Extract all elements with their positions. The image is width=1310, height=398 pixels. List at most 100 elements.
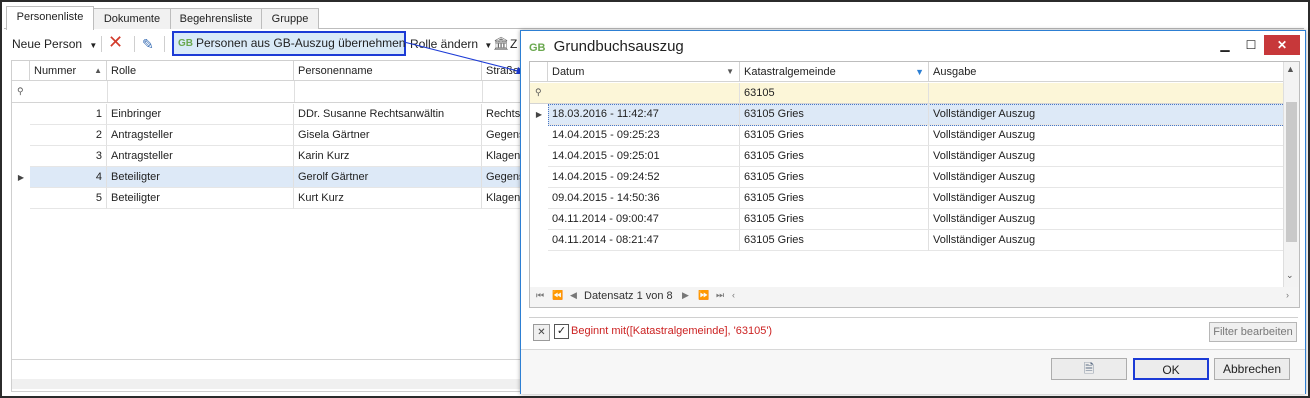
filter-cell[interactable] xyxy=(548,83,740,104)
minimize-icon[interactable]: ▁ xyxy=(1211,35,1239,55)
table-row[interactable]: 14.04.2015 - 09:24:52 63105 Gries Vollst… xyxy=(530,167,1284,188)
dialog-footer: 🗎 OK Abbrechen xyxy=(521,349,1305,394)
filter-cell[interactable] xyxy=(30,81,108,102)
filter-cell[interactable] xyxy=(107,81,295,102)
table-row[interactable]: 2 Antragsteller Gisela Gärtner Gegensc xyxy=(12,125,521,146)
filter-expression[interactable]: Beginnt mit([Katastralgemeinde], '63105'… xyxy=(571,325,772,337)
scroll-down-icon[interactable]: ⌄ xyxy=(1286,270,1294,281)
tab-begehrensliste[interactable]: Begehrensliste xyxy=(170,8,262,29)
maximize-icon[interactable]: ☐ xyxy=(1237,35,1265,55)
scrollbar-thumb[interactable] xyxy=(1286,102,1297,242)
next-page-icon[interactable]: ⏩ xyxy=(698,290,709,301)
scroll-up-icon[interactable]: ▲ xyxy=(1286,64,1295,74)
cell-katastralgemeinde: 63105 Gries xyxy=(740,209,929,230)
filter-row[interactable]: ⚲ 63105 xyxy=(530,83,1284,104)
table-row-selected[interactable]: ▶ 18.03.2016 - 11:42:47 63105 Gries Voll… xyxy=(530,104,1285,126)
persons-grid: Nummer ▲ Rolle Personenname Straße ⚲ 1 E… xyxy=(11,60,521,392)
filter-icon: ▼ xyxy=(915,67,924,77)
table-row[interactable]: 04.11.2014 - 08:21:47 63105 Gries Vollst… xyxy=(530,230,1284,251)
prev-page-icon[interactable]: ⏪ xyxy=(552,290,563,301)
dialog-title: GB Grundbuchsauszug xyxy=(529,37,684,57)
cell-nummer: 1 xyxy=(30,104,107,125)
grid-corner xyxy=(12,61,30,81)
cell-ausgabe: Vollständiger Auszug xyxy=(929,167,1284,188)
cell-rolle: Beteiligter xyxy=(107,188,294,209)
filter-enabled-checkbox[interactable]: ✓ xyxy=(554,324,569,339)
clear-filter-icon[interactable]: ✕ xyxy=(533,324,550,341)
table-row[interactable]: 14.04.2015 - 09:25:01 63105 Gries Vollst… xyxy=(530,146,1284,167)
new-person-button[interactable]: Neue Person ▼ xyxy=(12,35,97,53)
column-header-label: Datum xyxy=(552,66,585,78)
cell-rolle: Antragsteller xyxy=(107,125,294,146)
cell-datum: 18.03.2016 - 11:42:47 xyxy=(548,104,740,125)
scroll-left-icon[interactable]: ‹ xyxy=(732,290,735,300)
vertical-scrollbar[interactable]: ▲ ⌄ xyxy=(1283,62,1299,288)
tab-bar: Personenliste Dokumente Begehrensliste G… xyxy=(4,6,1304,30)
table-row[interactable]: 09.04.2015 - 14:50:36 63105 Gries Vollst… xyxy=(530,188,1284,209)
cell-ausgabe: Vollständiger Auszug xyxy=(929,230,1284,251)
cell-personenname: DDr. Susanne Rechtsanwältin xyxy=(294,104,482,125)
export-button[interactable]: 🗎 xyxy=(1051,358,1127,380)
cell-personenname: Kurt Kurz xyxy=(294,188,482,209)
scroll-right-icon[interactable]: › xyxy=(1286,290,1289,300)
horizontal-scrollbar[interactable] xyxy=(12,379,521,389)
grid-footer-divider xyxy=(12,359,521,360)
toolbar-divider xyxy=(134,36,135,52)
filter-cell[interactable] xyxy=(294,81,483,102)
grundbuch-grid: Datum ▼ Katastralgemeinde ▼ Ausgabe ⚲ 63… xyxy=(529,61,1300,289)
cell-nummer: 3 xyxy=(30,146,107,167)
document-export-icon: 🗎 xyxy=(1083,361,1095,376)
gb-icon: GB xyxy=(178,38,193,49)
next-record-icon[interactable]: ▶ xyxy=(682,290,689,301)
cell-datum: 09.04.2015 - 14:50:36 xyxy=(548,188,740,209)
column-header-nummer[interactable]: Nummer ▲ xyxy=(30,61,107,81)
cell-katastralgemeinde: 63105 Gries xyxy=(740,167,929,188)
toolbar-divider xyxy=(101,36,102,52)
edit-filter-button[interactable]: Filter bearbeiten xyxy=(1209,322,1297,342)
filter-panel: ✕ ✓ Beginnt mit([Katastralgemeinde], '63… xyxy=(529,317,1298,346)
table-row[interactable]: 14.04.2015 - 09:25:23 63105 Gries Vollst… xyxy=(530,125,1284,146)
first-record-icon[interactable]: ⏮ xyxy=(536,290,544,301)
tab-gruppe[interactable]: Gruppe xyxy=(261,8,319,29)
cell-strasse: Klagenf xyxy=(482,146,521,167)
cell-personenname: Gerolf Gärtner xyxy=(294,167,482,188)
tab-personenliste[interactable]: Personenliste xyxy=(6,6,94,30)
record-counter: Datensatz 1 von 8 xyxy=(584,290,673,302)
cell-datum: 04.11.2014 - 09:00:47 xyxy=(548,209,740,230)
tab-dokumente[interactable]: Dokumente xyxy=(93,8,171,29)
ok-button[interactable]: OK xyxy=(1133,358,1209,380)
import-from-gb-button[interactable]: GB Personen aus GB-Auszug übernehmen xyxy=(172,31,406,56)
cell-strasse: Klagenf xyxy=(482,188,521,209)
cell-katastralgemeinde: 63105 Gries xyxy=(740,104,929,125)
table-row-selected[interactable]: ▶ 4 Beteiligter Gerolf Gärtner Gegensc xyxy=(12,167,521,188)
toolbar-divider xyxy=(164,36,165,52)
cell-nummer: 4 xyxy=(30,167,107,188)
filter-cell-katastralgemeinde[interactable]: 63105 xyxy=(740,83,929,104)
row-indicator-icon: ▶ xyxy=(535,110,543,119)
table-row[interactable]: 04.11.2014 - 09:00:47 63105 Gries Vollst… xyxy=(530,209,1284,230)
cell-datum: 14.04.2015 - 09:25:23 xyxy=(548,125,740,146)
cell-katastralgemeinde: 63105 Gries xyxy=(740,230,929,251)
cell-strasse: Gegensc xyxy=(482,125,521,146)
table-row[interactable]: 5 Beteiligter Kurt Kurz Klagenf xyxy=(12,188,521,209)
close-icon[interactable]: ✕ xyxy=(1264,35,1300,55)
column-header-ausgabe[interactable]: Ausgabe xyxy=(929,62,1284,82)
gb-icon: GB xyxy=(529,42,546,54)
column-header-label: Nummer xyxy=(34,65,77,77)
last-record-icon[interactable]: ⏭ xyxy=(716,290,724,301)
table-row[interactable]: 3 Antragsteller Karin Kurz Klagenf xyxy=(12,146,521,167)
column-header-datum[interactable]: Datum ▼ xyxy=(548,62,740,82)
table-row[interactable]: 1 Einbringer DDr. Susanne Rechtsanwältin… xyxy=(12,104,521,125)
prev-record-icon[interactable]: ◀ xyxy=(570,290,577,301)
chevron-down-icon: ▼ xyxy=(89,41,98,50)
column-header-label: Rolle xyxy=(111,65,137,77)
filter-cell[interactable] xyxy=(929,83,1284,104)
edit-pencil-icon[interactable]: ✎ xyxy=(142,35,154,53)
filter-row[interactable]: ⚲ xyxy=(12,81,521,103)
column-header-katastralgemeinde[interactable]: Katastralgemeinde ▼ xyxy=(740,62,929,82)
cell-datum: 14.04.2015 - 09:25:01 xyxy=(548,146,740,167)
cell-datum: 14.04.2015 - 09:24:52 xyxy=(548,167,740,188)
cancel-button[interactable]: Abbrechen xyxy=(1214,358,1290,380)
column-header-rolle[interactable]: Rolle xyxy=(107,61,294,81)
delete-icon[interactable]: ✕ xyxy=(108,33,123,51)
